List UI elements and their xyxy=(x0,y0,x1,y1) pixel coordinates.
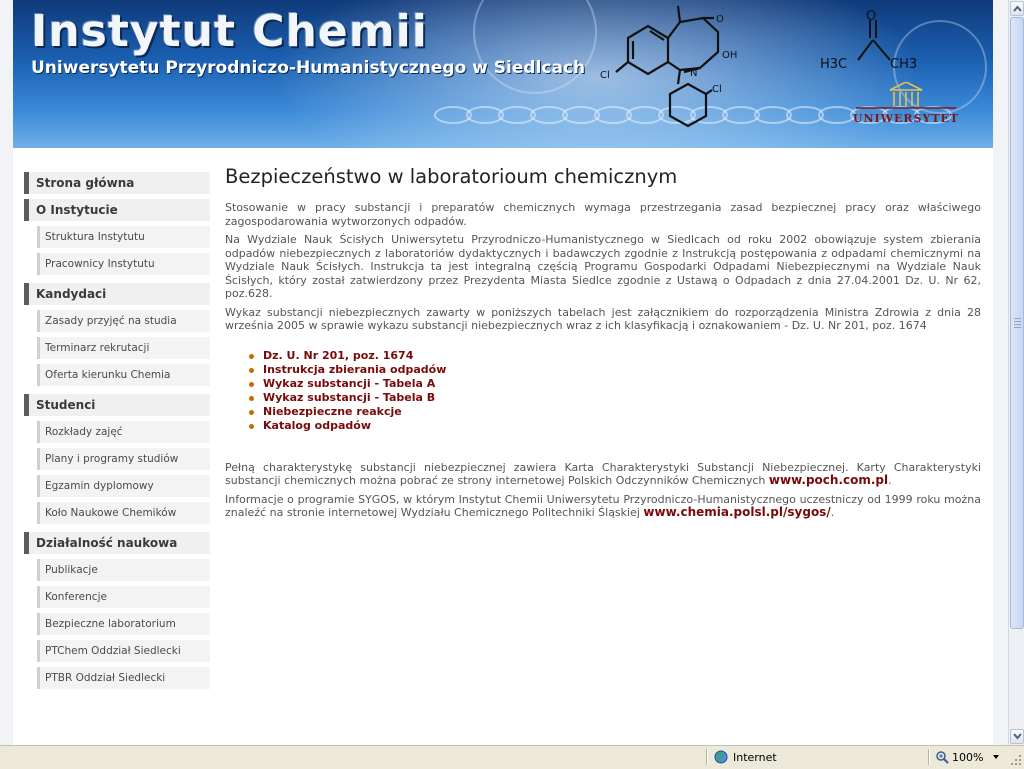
header-banner: Instytut Chemii Uniwersytetu Przyrodnicz… xyxy=(13,0,993,148)
nav-item-zasady-przyjec[interactable]: Zasady przyjęć na studia xyxy=(37,310,210,332)
zoom-icon[interactable] xyxy=(935,750,949,764)
nav-section-label: O Instytucie xyxy=(36,203,118,217)
nav-item-kolo-naukowe[interactable]: Koło Naukowe Chemików xyxy=(37,502,210,524)
nav-item-label: PTBR Oddział Siedlecki xyxy=(45,672,166,684)
nav-item-label: Egzamin dyplomowy xyxy=(45,480,154,492)
sygos-paragraph: Informacje o programie SYGOS, w którym I… xyxy=(225,493,981,520)
browser-viewport: Instytut Chemii Uniwersytetu Przyrodnicz… xyxy=(0,0,1008,745)
nav-section-o-instytucie[interactable]: O Instytucie xyxy=(24,199,210,221)
nav-item-label: Konferencje xyxy=(45,591,107,603)
nav-item-ptbr[interactable]: PTBR Oddział Siedlecki xyxy=(37,667,210,689)
karta-end: . xyxy=(888,474,892,487)
molecule-structure-icon: Cl O OH N Cl xyxy=(600,5,737,128)
sygos-text: Informacje o programie SYGOS, w którym I… xyxy=(225,492,981,520)
link-dz-u[interactable]: Dz. U. Nr 201, poz. 1674 xyxy=(249,349,981,363)
zoom-level-label[interactable]: 100% xyxy=(952,751,983,764)
nav-item-plany[interactable]: Plany i programy studiów xyxy=(37,448,210,470)
scroll-up-button[interactable] xyxy=(1010,1,1024,16)
globe-icon xyxy=(714,750,728,764)
molecule-atom-label: O xyxy=(716,14,724,25)
nav-item-rozklady[interactable]: Rozkłady zajęć xyxy=(37,421,210,443)
resize-grip-icon[interactable] xyxy=(1010,754,1022,766)
nav-item-label: Rozkłady zajęć xyxy=(45,426,123,438)
sidebar-nav: Strona główna O Instytucie Struktura Ins… xyxy=(24,172,210,694)
molecule-atom-label: Cl xyxy=(600,70,610,81)
system-paragraph: Na Wydziale Nauk Ścisłych Uniwersytetu P… xyxy=(225,233,981,300)
nav-item-label: Terminarz rekrutacji xyxy=(45,342,150,354)
acetone-atom-label: O xyxy=(866,10,876,24)
page-title: Bezpieczeństwo w laboratorioum chemiczny… xyxy=(225,165,678,188)
nav-item-label: Publikacje xyxy=(45,564,98,576)
nav-item-label: Plany i programy studiów xyxy=(45,453,179,465)
acetone-atom-label: H3C xyxy=(820,57,847,72)
nav-item-oferta[interactable]: Oferta kierunku Chemia xyxy=(37,364,210,386)
vertical-scrollbar[interactable] xyxy=(1008,0,1024,745)
nav-section-strona-glowna[interactable]: Strona główna xyxy=(24,172,210,194)
nav-item-pracownicy[interactable]: Pracownicy Instytutu xyxy=(37,253,210,275)
university-logo: UNIWERSYTET xyxy=(846,82,966,134)
nav-item-label: PTChem Oddział Siedlecki xyxy=(45,645,181,657)
sygos-end: . xyxy=(830,506,835,519)
site-title: Instytut Chemii xyxy=(31,6,428,57)
nav-item-struktura[interactable]: Struktura Instytutu xyxy=(37,226,210,248)
university-logo-text: UNIWERSYTET xyxy=(852,112,960,125)
nav-item-ptchem[interactable]: PTChem Oddział Siedlecki xyxy=(37,640,210,662)
scroll-up-icon xyxy=(1013,5,1022,12)
nav-section-label: Działalność naukowa xyxy=(36,536,178,550)
document-links-list: Dz. U. Nr 201, poz. 1674 Instrukcja zbie… xyxy=(225,349,981,433)
link-instrukcja[interactable]: Instrukcja zbierania odpadów xyxy=(249,363,981,377)
scroll-down-button[interactable] xyxy=(1010,729,1024,744)
acetone-atom-label: CH3 xyxy=(890,57,917,72)
site-subtitle: Uniwersytetu Przyrodniczo-Humanistyczneg… xyxy=(31,58,586,78)
nav-item-label: Struktura Instytutu xyxy=(45,231,145,243)
nav-item-label: Oferta kierunku Chemia xyxy=(45,369,171,381)
link-niebezpieczne-reakcje[interactable]: Niebezpieczne reakcje xyxy=(249,405,981,419)
nav-section-kandydaci[interactable]: Kandydaci xyxy=(24,283,210,305)
nav-item-label: Pracownicy Instytutu xyxy=(45,258,155,270)
nav-item-label: Koło Naukowe Chemików xyxy=(45,507,177,519)
nav-section-label: Studenci xyxy=(36,398,96,412)
browser-status-bar: Internet 100% xyxy=(0,745,1024,769)
nav-item-label: Bezpieczne laboratorium xyxy=(45,618,176,630)
main-content: Bezpieczeństwo w laboratorioum chemiczny… xyxy=(225,165,981,525)
nav-section-label: Kandydaci xyxy=(36,287,107,301)
nav-item-terminarz[interactable]: Terminarz rekrutacji xyxy=(37,337,210,359)
intro-paragraph: Stosowanie w pracy substancji i preparat… xyxy=(225,201,981,228)
nav-section-label: Strona główna xyxy=(36,176,135,190)
acetone-formula-icon: O H3C CH3 xyxy=(820,10,917,72)
nav-item-konferencje[interactable]: Konferencje xyxy=(37,586,210,608)
nav-item-publikacje[interactable]: Publikacje xyxy=(37,559,210,581)
molecule-atom-label: N xyxy=(690,68,697,79)
link-katalog-odpadow[interactable]: Katalog odpadów xyxy=(249,419,981,433)
link-tabela-b[interactable]: Wykaz substancji - Tabela B xyxy=(249,391,981,405)
security-zone-label: Internet xyxy=(733,751,777,764)
nav-item-label: Zasady przyjęć na studia xyxy=(45,315,177,327)
nav-section-studenci[interactable]: Studenci xyxy=(24,394,210,416)
zoom-dropdown-icon[interactable] xyxy=(993,755,999,759)
link-sygos[interactable]: www.chemia.polsl.pl/sygos/ xyxy=(643,505,830,519)
nav-section-dzialalnosc[interactable]: Działalność naukowa xyxy=(24,532,210,554)
nav-item-bezpieczne-lab[interactable]: Bezpieczne laboratorium xyxy=(37,613,210,635)
list-intro-paragraph: Wykaz substancji niebezpiecznych zawarty… xyxy=(225,305,981,333)
nav-item-egzamin[interactable]: Egzamin dyplomowy xyxy=(37,475,210,497)
university-building-icon xyxy=(856,82,956,109)
molecule-atom-label: Cl xyxy=(712,84,722,95)
scroll-thumb[interactable] xyxy=(1010,17,1024,629)
karta-paragraph: Pełną charakterystykę substancji niebezp… xyxy=(225,461,981,488)
scroll-down-icon xyxy=(1013,733,1022,740)
link-tabela-a[interactable]: Wykaz substancji - Tabela A xyxy=(249,377,981,391)
link-poch[interactable]: www.poch.com.pl xyxy=(769,473,888,487)
page-container: Instytut Chemii Uniwersytetu Przyrodnicz… xyxy=(13,0,993,745)
molecule-atom-label: OH xyxy=(722,50,737,61)
